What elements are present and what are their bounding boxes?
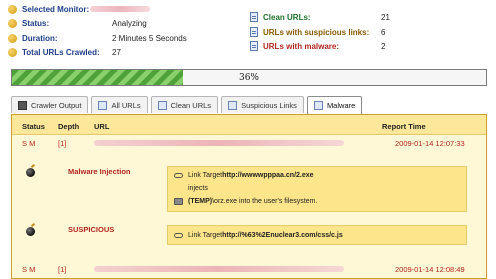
link-icon [174, 233, 183, 238]
suspicious-link[interactable]: http://%63%2Enuclear3.com/css/c.js [222, 232, 343, 239]
malware-urls-row: URLs with malware: [250, 40, 339, 52]
issue-detail-box: Link Target http://%63%2Enuclear3.com/cs… [167, 225, 467, 245]
document-icon [250, 27, 258, 37]
detail-text: injects [188, 185, 208, 192]
tab-label: Crawler Output [31, 100, 82, 110]
table-header: Status Depth URL Report Time [12, 115, 486, 135]
depth-cell: [1] [58, 265, 67, 274]
depth-cell: [1] [58, 139, 67, 148]
monitor-icon [8, 4, 17, 14]
result-tabs: Crawler Output All URLs Clean URLs Suspi… [11, 96, 365, 114]
tab-label: Malware [326, 101, 356, 110]
suspicious-urls-value: 6 [381, 28, 386, 37]
issue-detail-box: Link Target http://wwwwpppaa.cn/2.exe in… [167, 166, 467, 212]
malware-results-panel: Status Depth URL Report Time S M [1] 200… [11, 114, 487, 279]
detail-prefix: Link Target [188, 172, 223, 179]
detail-line: injects [188, 185, 208, 192]
selected-monitor-label: Selected Monitor: [22, 4, 90, 14]
status-label: Status: [22, 18, 50, 28]
clock-icon [8, 33, 17, 43]
detail-prefix: Link Target [188, 232, 223, 239]
monitor-icon [18, 100, 27, 110]
url-cell[interactable] [94, 140, 344, 146]
clean-urls-row: Clean URLs: [250, 11, 311, 23]
status-cell: S M [22, 139, 36, 148]
issue-title: SUSPICIOUS [68, 225, 115, 234]
tab-suspicious-links[interactable]: Suspicious Links [221, 96, 304, 113]
detail-line: Link Target http://wwwwpppaa.cn/2.exe [174, 172, 314, 179]
selected-monitor-value [90, 6, 150, 12]
detail-line: (TEMP) \orz.exe into the user's filesyst… [174, 198, 317, 205]
report-time-cell: 2009-01-14 12:07:33 [395, 139, 465, 148]
progress-text: 36% [238, 73, 259, 83]
detail-line: Link Target http://%63%2Enuclear3.com/cs… [174, 232, 343, 239]
total-urls-row: Total URLs Crawled: [8, 46, 100, 58]
link-icon [174, 173, 183, 178]
column-header-report-time[interactable]: Report Time [382, 122, 426, 131]
document-icon [157, 100, 167, 110]
clean-urls-label: Clean URLs: [263, 12, 311, 22]
documents-icon [98, 100, 108, 110]
issue-title: Malware Injection [68, 167, 131, 176]
tab-label: All URLs [111, 100, 141, 110]
tab-clean-urls[interactable]: Clean URLs [150, 96, 219, 113]
bomb-icon [26, 227, 35, 236]
tab-label: Clean URLs [170, 100, 212, 110]
clean-urls-value: 21 [381, 13, 390, 22]
duration-row: Duration: [8, 32, 58, 44]
drive-icon [174, 198, 183, 205]
crawl-progress-bar: 36% [11, 69, 487, 86]
status-row: Status: [8, 17, 49, 29]
suspicious-urls-row: URLs with suspicious links: [250, 26, 369, 38]
document-icon [313, 101, 323, 110]
document-icon [250, 12, 258, 22]
total-urls-label: Total URLs Crawled: [22, 47, 100, 57]
table-row[interactable]: S M [1] 2009-01-14 12:07:33 [12, 137, 486, 149]
malware-urls-value: 2 [381, 42, 386, 51]
scan-summary: Selected Monitor: Status: Analyzing Dura… [0, 0, 496, 62]
column-header-depth[interactable]: Depth [58, 122, 79, 131]
status-cell: S M [22, 265, 36, 274]
document-icon [228, 100, 238, 110]
tab-all-urls[interactable]: All URLs [91, 96, 148, 113]
status-icon [8, 18, 17, 28]
tab-malware[interactable]: Malware [306, 96, 363, 114]
report-time-cell: 2009-01-14 12:08:49 [395, 265, 465, 274]
malware-link[interactable]: http://wwwwpppaa.cn/2.exe [222, 172, 313, 179]
detail-text: \orz.exe into the user's filesystem. [212, 198, 318, 205]
selected-monitor-row: Selected Monitor: [8, 3, 89, 15]
suspicious-urls-label: URLs with suspicious links: [263, 27, 370, 37]
total-urls-value: 27 [112, 48, 121, 57]
bomb-icon [26, 168, 35, 177]
tab-label: Suspicious Links [241, 100, 297, 110]
column-header-status[interactable]: Status [22, 122, 45, 131]
tab-crawler-output[interactable]: Crawler Output [11, 96, 89, 113]
table-row[interactable]: S M [1] 2009-01-14 12:08:49 [12, 263, 486, 275]
malware-urls-label: URLs with malware: [263, 41, 340, 51]
url-cell[interactable] [94, 266, 344, 272]
duration-label: Duration: [22, 33, 58, 43]
column-header-url[interactable]: URL [94, 122, 109, 131]
status-value: Analyzing [112, 19, 147, 28]
detail-bold: (TEMP) [188, 198, 213, 205]
plus-icon [8, 47, 17, 57]
duration-value: 2 Minutes 5 Seconds [112, 34, 187, 43]
document-icon [250, 41, 258, 51]
